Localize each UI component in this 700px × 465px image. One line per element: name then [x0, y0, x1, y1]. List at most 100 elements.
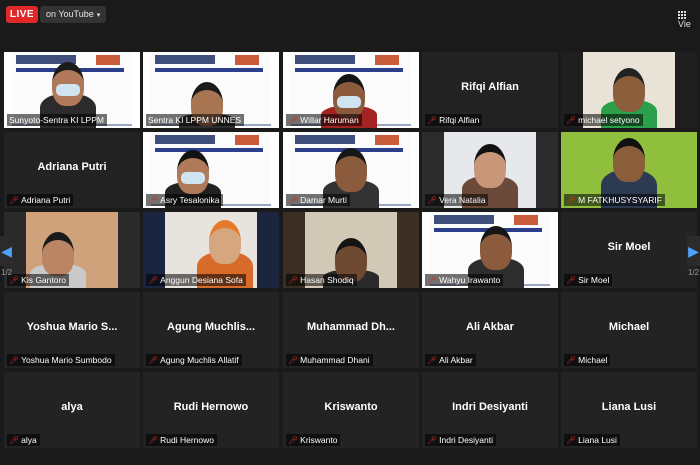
participant-tile[interactable]: Sunyoto-Sentra KI LPPM	[4, 52, 140, 128]
participant-name: M FATKHUSYSYARIF	[578, 195, 662, 205]
participant-name-label: 🎤︎ Yoshua Mario Sumbodo	[7, 354, 115, 366]
muted-mic-icon: 🎤︎	[288, 276, 299, 285]
participant-tile[interactable]: Sir Moel 🎤︎ Sir Moel	[561, 212, 697, 288]
participant-name: Adriana Putri	[21, 195, 71, 205]
participant-name: Rifqi Alfian	[439, 115, 480, 125]
muted-mic-icon: 🎤︎	[9, 436, 20, 445]
participant-tile[interactable]: Sentra KI LPPM UNNES	[143, 52, 279, 128]
view-label: Vie	[678, 19, 691, 29]
grid-view-icon	[678, 10, 686, 19]
participant-tile[interactable]: 🎤︎ M FATKHUSYSYARIF	[561, 132, 697, 208]
view-button[interactable]: Vie	[678, 9, 700, 29]
participant-name-label: 🎤︎ Wahyu Irawanto	[425, 274, 504, 286]
participant-display-name: Liana Lusi	[601, 401, 657, 413]
participant-tile[interactable]: 🎤︎ Damar Murti	[283, 132, 419, 208]
muted-mic-icon: 🎤︎	[566, 116, 577, 125]
participant-tile[interactable]: 🎤︎ Anggun Desiana Sofa	[143, 212, 279, 288]
participant-name-label: Sunyoto-Sentra KI LPPM	[7, 114, 107, 126]
participant-name: Vera Natalia	[439, 195, 486, 205]
participant-name: Kis Gantoro	[21, 275, 67, 285]
participant-name-label: 🎤︎ Agung Muchlis Allatif	[146, 354, 242, 366]
participant-face	[474, 144, 506, 188]
muted-mic-icon: 🎤︎	[427, 436, 438, 445]
participant-tile[interactable]: Rifqi Alfian 🎤︎ Rifqi Alfian	[422, 52, 558, 128]
participant-display-name: Muhammad Dh...	[306, 321, 395, 333]
muted-mic-icon: 🎤︎	[566, 436, 577, 445]
participant-tile[interactable]: 🎤︎ Willar Haruman	[283, 52, 419, 128]
participant-name-label: 🎤︎ Anggun Desiana Sofa	[146, 274, 246, 286]
participant-tile[interactable]: 🎤︎ Vera Natalia	[422, 132, 558, 208]
participant-name: alya	[21, 435, 37, 445]
participant-tile[interactable]: Adriana Putri 🎤︎ Adriana Putri	[4, 132, 140, 208]
participant-name: Anggun Desiana Sofa	[160, 275, 243, 285]
participant-name: Sir Moel	[578, 275, 610, 285]
participant-name: Damar Murti	[300, 195, 347, 205]
participant-display-name: Michael	[608, 321, 650, 333]
participant-tile[interactable]: Yoshua Mario S... 🎤︎ Yoshua Mario Sumbodo	[4, 292, 140, 368]
participant-display-name: Adriana Putri	[37, 161, 107, 173]
participant-name: Michael	[578, 355, 608, 365]
participant-tile[interactable]: 🎤︎ Hasan Shodiq	[283, 212, 419, 288]
muted-mic-icon: 🎤︎	[288, 356, 299, 365]
participant-name-label: 🎤︎ Sir Moel	[564, 274, 613, 286]
participant-name: Rudi Hernowo	[160, 435, 215, 445]
participant-display-name: Yoshua Mario S...	[26, 321, 118, 333]
participant-display-name: Kriswanto	[324, 401, 378, 413]
next-page-button[interactable]: ▶	[687, 236, 700, 266]
participant-tile[interactable]: Indri Desiyanti 🎤︎ Indri Desiyanti	[422, 372, 558, 448]
prev-page-button[interactable]: ◀	[0, 236, 13, 266]
participant-name-label: 🎤︎ Willar Haruman	[286, 114, 362, 126]
participant-face	[209, 220, 241, 264]
participant-name: Agung Muchlis Allatif	[160, 355, 239, 365]
participant-name: Asry Tesalonika	[160, 195, 220, 205]
participant-name-label: 🎤︎ Asry Tesalonika	[146, 194, 223, 206]
participant-tile[interactable]: Liana Lusi 🎤︎ Liana Lusi	[561, 372, 697, 448]
participant-tile[interactable]: 🎤︎ Asry Tesalonika	[143, 132, 279, 208]
participant-name-label: 🎤︎ Rudi Hernowo	[146, 434, 218, 446]
participant-name: Liana Lusi	[578, 435, 617, 445]
participant-tile[interactable]: Muhammad Dh... 🎤︎ Muhammad Dhani	[283, 292, 419, 368]
muted-mic-icon: 🎤︎	[427, 196, 438, 205]
participant-tile[interactable]: Rudi Hernowo 🎤︎ Rudi Hernowo	[143, 372, 279, 448]
participant-tile[interactable]: 🎤︎ Wahyu Irawanto	[422, 212, 558, 288]
participant-tile[interactable]: Kriswanto 🎤︎ Kriswanto	[283, 372, 419, 448]
muted-mic-icon: 🎤︎	[566, 196, 577, 205]
participant-face	[613, 68, 645, 112]
live-badge[interactable]: LIVE	[6, 6, 38, 23]
participant-tile[interactable]: 🎤︎ Kis Gantoro	[4, 212, 140, 288]
page-indicator-left: 1/2	[1, 268, 13, 277]
participant-tile[interactable]: alya 🎤︎ alya	[4, 372, 140, 448]
youtube-stream-dropdown[interactable]: on YouTube ▾	[40, 6, 107, 23]
participant-name-label: 🎤︎ michael setyono	[564, 114, 643, 126]
participant-name-label: 🎤︎ Ali Akbar	[425, 354, 476, 366]
participant-name: Indri Desiyanti	[439, 435, 494, 445]
participant-tile[interactable]: Michael 🎤︎ Michael	[561, 292, 697, 368]
muted-mic-icon: 🎤︎	[148, 196, 159, 205]
participant-name-label: 🎤︎ Indri Desiyanti	[425, 434, 497, 446]
participant-name: Hasan Shodiq	[300, 275, 354, 285]
participant-name-label: 🎤︎ Adriana Putri	[7, 194, 74, 206]
participant-name: michael setyono	[578, 115, 640, 125]
participant-name: Muhammad Dhani	[300, 355, 370, 365]
participant-tile[interactable]: 🎤︎ michael setyono	[561, 52, 697, 128]
chevron-right-icon: ▶	[688, 243, 699, 259]
participant-name: Willar Haruman	[300, 115, 359, 125]
participant-name: Sunyoto-Sentra KI LPPM	[9, 115, 104, 125]
muted-mic-icon: 🎤︎	[427, 356, 438, 365]
participant-tile[interactable]: Ali Akbar 🎤︎ Ali Akbar	[422, 292, 558, 368]
participant-display-name: Rifqi Alfian	[461, 81, 519, 93]
muted-mic-icon: 🎤︎	[148, 276, 159, 285]
muted-mic-icon: 🎤︎	[288, 116, 299, 125]
muted-mic-icon: 🎤︎	[9, 356, 20, 365]
participant-name: Sentra KI LPPM UNNES	[148, 115, 242, 125]
participant-tile[interactable]: Agung Muchlis... 🎤︎ Agung Muchlis Allatif	[143, 292, 279, 368]
participant-name: Ali Akbar	[439, 355, 473, 365]
participant-face	[335, 148, 367, 192]
participant-display-name: Rudi Hernowo	[173, 401, 249, 413]
muted-mic-icon: 🎤︎	[427, 116, 438, 125]
muted-mic-icon: 🎤︎	[566, 276, 577, 285]
participant-display-name: Indri Desiyanti	[452, 401, 528, 413]
participant-name-label: 🎤︎ Vera Natalia	[425, 194, 489, 206]
participant-display-name: Sir Moel	[607, 241, 651, 253]
participant-name-label: 🎤︎ Hasan Shodiq	[286, 274, 357, 286]
